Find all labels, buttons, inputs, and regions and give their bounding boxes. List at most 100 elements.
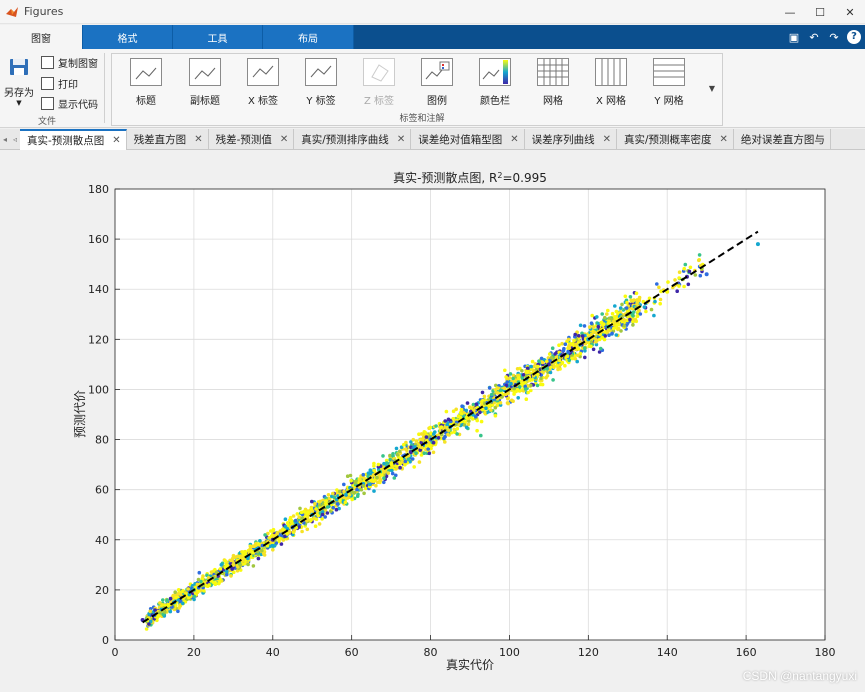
scatter-point [556, 366, 561, 370]
x-tick-label: 120 [578, 646, 599, 659]
figure-tab[interactable]: 残差-预测值 ✕ [209, 129, 295, 150]
scatter-point [575, 353, 580, 358]
scatter-point [623, 294, 628, 299]
show-code-checkbox[interactable]: 显示代码 [41, 96, 98, 111]
scatter-point [313, 502, 317, 506]
x-tick-label: 180 [815, 646, 836, 659]
figure-tab[interactable]: 真实/预测排序曲线 ✕ [294, 129, 412, 150]
scatter-point [502, 386, 507, 390]
tab-figure[interactable]: 图窗 [0, 25, 83, 49]
close-tab-icon[interactable]: ✕ [603, 134, 611, 145]
checkbox-icon [41, 97, 54, 110]
close-tab-icon[interactable]: ✕ [510, 134, 518, 145]
scatter-point [464, 408, 469, 413]
scatter-point [382, 480, 386, 485]
scatter-point [547, 352, 552, 356]
help-icon[interactable]: ? [847, 30, 861, 44]
scatter-point [505, 401, 510, 405]
figure-tab-label: 误差绝对值箱型图 [418, 134, 503, 146]
scatter-point [566, 337, 571, 342]
grid-button[interactable]: 网格 [528, 58, 578, 107]
scatter-point [638, 312, 643, 316]
scatter-point [475, 428, 479, 433]
figure-tab[interactable]: 残差直方图 ✕ [127, 129, 209, 150]
scatter-point [607, 316, 612, 321]
ygrid-icon [653, 58, 685, 86]
close-tab-icon[interactable]: ✕ [194, 134, 202, 145]
figure-tab[interactable]: 绝对误差直方图与 [734, 129, 831, 150]
scatter-point [359, 487, 364, 492]
colorbar-button[interactable]: 颜色栏 [470, 58, 520, 107]
figure-tab[interactable]: 误差绝对值箱型图 ✕ [411, 129, 525, 150]
x-axis-label: 真实代价 [446, 657, 494, 672]
xgrid-button[interactable]: X 网格 [586, 58, 636, 107]
scatter-point [382, 476, 386, 481]
ylabel-button[interactable]: Y 标签 [296, 58, 346, 107]
subtitle-button[interactable]: 副标题 [180, 58, 230, 107]
scatter-point [324, 501, 328, 506]
figure-tab-label: 残差-预测值 [215, 134, 272, 146]
y-tick-label: 40 [95, 534, 109, 547]
minimize-button[interactable]: — [775, 0, 805, 24]
xlabel-button[interactable]: X 标签 [238, 58, 288, 107]
scatter-point [550, 346, 555, 350]
maximize-button[interactable]: ☐ [805, 0, 835, 24]
scatter-point [411, 437, 416, 442]
scatter-point [246, 562, 250, 567]
title-button[interactable]: 标题 [121, 58, 171, 107]
scatter-point [236, 554, 240, 559]
scatter-point [590, 313, 594, 318]
close-tab-icon[interactable]: ✕ [397, 134, 405, 145]
x-tick-label: 40 [266, 646, 280, 659]
scatter-point [611, 326, 616, 331]
close-tab-icon[interactable]: ✕ [280, 134, 288, 145]
scatter-point [628, 317, 632, 322]
subtitle-icon [189, 58, 221, 86]
tab-tools[interactable]: 工具 [173, 25, 263, 49]
file-group: 另存为 ▼ 复制图窗 打印 显示代码 文件 [0, 49, 102, 128]
figure-tab[interactable]: 真实-预测散点图 ✕ [20, 129, 127, 150]
scatter-point [286, 521, 290, 525]
scatter-point [388, 453, 392, 458]
ygrid-button[interactable]: Y 网格 [644, 58, 694, 107]
tab-format[interactable]: 格式 [83, 25, 173, 49]
legend-button[interactable]: 图例 [412, 58, 462, 107]
scatter-chart[interactable]: 0 20 40 60 80 100 120 140 160 180 0 20 40 60 80 100 120 1… [0, 151, 865, 689]
gallery-expand-button[interactable]: ▼ [703, 53, 721, 123]
copy-figure-button[interactable]: 复制图窗 [41, 55, 98, 70]
scatter-point [299, 510, 304, 515]
scatter-point [675, 289, 679, 293]
close-tab-icon[interactable]: ✕ [112, 135, 120, 146]
scatter-point [419, 445, 424, 450]
figure-tab[interactable]: 真实/预测概率密度 ✕ [617, 129, 734, 150]
printer-icon [41, 77, 54, 90]
scatter-point [582, 324, 587, 328]
scatter-point [320, 512, 325, 517]
tab-scroll-left-icon[interactable]: ◂ [0, 129, 10, 150]
scatter-point [241, 551, 245, 555]
redo-icon[interactable]: ↷ [827, 31, 841, 44]
scatter-point [634, 291, 639, 296]
scatter-point [583, 355, 587, 360]
scatter-point [596, 324, 601, 329]
scatter-point [560, 341, 564, 346]
save-icon[interactable]: ▣ [787, 31, 801, 44]
undo-icon[interactable]: ↶ [807, 31, 821, 44]
figure-tab[interactable]: 误差序列曲线 ✕ [525, 129, 617, 150]
x-tick-label: 140 [657, 646, 678, 659]
scatter-point [655, 282, 659, 286]
save-as-button[interactable]: 另存为 ▼ [2, 57, 36, 107]
print-button[interactable]: 打印 [41, 76, 78, 91]
scatter-point [249, 545, 253, 549]
scatter-point [168, 596, 173, 601]
close-tab-icon[interactable]: ✕ [720, 134, 728, 145]
scatter-point [580, 334, 585, 338]
tab-list-icon[interactable]: ◃ [10, 129, 20, 150]
scatter-point [455, 432, 459, 436]
tab-layout[interactable]: 布局 [263, 25, 354, 49]
scatter-point [219, 563, 224, 567]
close-window-button[interactable]: ✕ [835, 0, 865, 24]
scatter-point [195, 582, 200, 587]
scatter-point [530, 359, 535, 364]
scatter-point [682, 266, 686, 271]
